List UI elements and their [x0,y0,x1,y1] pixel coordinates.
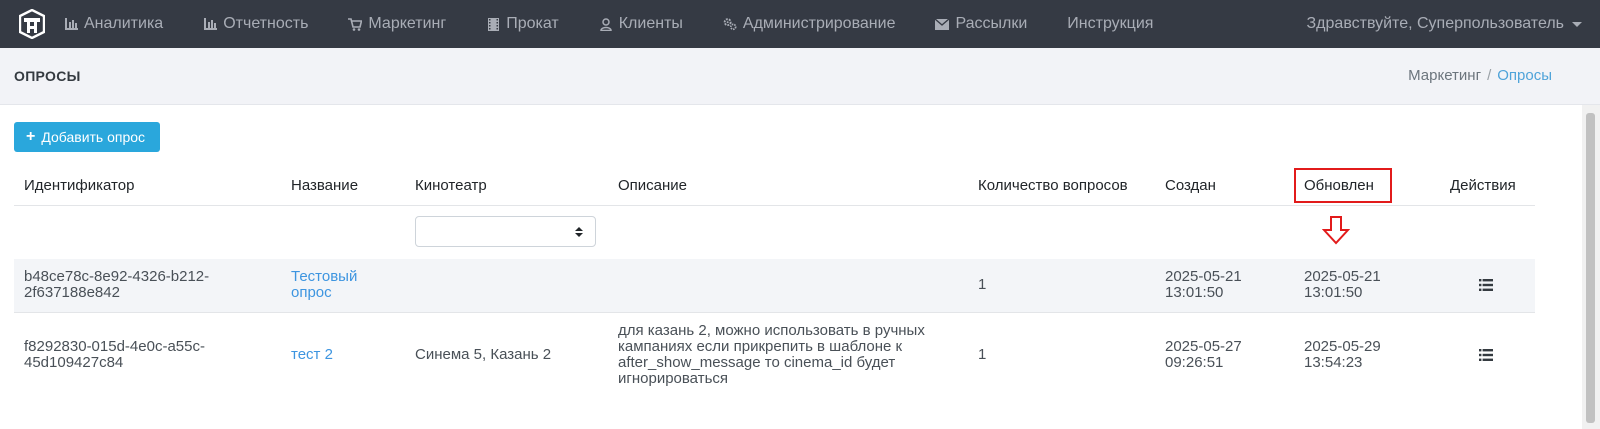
breadcrumb: Маркетинг / Опросы [1408,67,1552,84]
annotation-highlight-box [1294,168,1392,203]
app-logo[interactable] [8,0,56,48]
page-header: ОПРОСЫ Маркетинг / Опросы [0,48,1600,105]
cell-description: для казань 2, можно использовать в ручны… [618,322,925,387]
bar-chart-icon [64,17,78,31]
cell-updated: 2025-05-21 13:01:50 [1304,268,1381,301]
cell-cinema: Синема 5, Казань 2 [415,346,552,363]
survey-name-link[interactable]: тест 2 [291,347,333,363]
nav-label: Рассылки [955,15,1028,32]
nav-item-clients[interactable]: Клиенты [579,0,703,48]
sort-arrows-icon [575,227,583,237]
annotation-arrow-down-icon [1322,216,1350,245]
nav-label: Администрирование [742,15,896,32]
cell-created: 2025-05-21 13:01:50 [1165,268,1242,301]
column-header-id[interactable]: Идентификатор [24,163,134,207]
add-survey-label: Добавить опрос [41,129,146,145]
nav-item-rental[interactable]: Прокат [466,0,579,48]
cell-questions: 1 [978,276,987,293]
nav-label: Аналитика [84,15,164,32]
vertical-scrollbar[interactable] [1582,105,1600,429]
nav-label: Инструкция [1067,15,1154,32]
breadcrumb-item-surveys: Опросы [1497,67,1552,84]
nav-label: Клиенты [618,15,683,32]
list-actions-icon[interactable] [1479,279,1493,291]
cell-updated: 2025-05-29 13:54:23 [1304,338,1381,371]
cart-icon [348,17,363,31]
page-title: ОПРОСЫ [14,68,81,84]
breadcrumb-separator: / [1487,67,1492,84]
column-header-description[interactable]: Описание [618,163,687,207]
nav-item-marketing[interactable]: Маркетинг [328,0,466,48]
film-icon [486,17,500,31]
greeting-text: Здравствуйте, Суперпользователь [1306,15,1564,32]
cell-id: b48ce78c-8e92-4326-b212- 2f637188e842 [24,268,210,301]
add-survey-button[interactable]: + Добавить опрос [14,122,160,152]
cell-id: f8292830-015d-4e0c-a55c- 45d109427c84 [24,338,205,371]
top-navbar: Аналитика Отчетность Маркетинг Прокат Кл… [0,0,1600,48]
user-menu[interactable]: Здравствуйте, Суперпользователь [1307,0,1582,48]
nav-item-mailings[interactable]: Рассылки [915,0,1047,48]
survey-name-link[interactable]: Тестовый опрос [291,269,357,301]
breadcrumb-item-marketing[interactable]: Маркетинг [1408,67,1481,84]
list-actions-icon[interactable] [1479,349,1493,361]
nav-label: Прокат [506,15,559,32]
caret-down-icon [1572,21,1582,27]
cogs-icon [723,17,737,31]
nav-item-reports[interactable]: Отчетность [183,0,328,48]
column-header-created[interactable]: Создан [1165,163,1216,207]
nav-label: Маркетинг [368,15,447,32]
table-row: f8292830-015d-4e0c-a55c- 45d109427c84 те… [14,313,1535,393]
cell-questions: 1 [978,346,987,363]
column-header-cinema[interactable]: Кинотеатр [415,163,487,207]
cell-created: 2025-05-27 09:26:51 [1165,338,1242,371]
table-row: b48ce78c-8e92-4326-b212- 2f637188e842 Те… [14,259,1535,312]
main-nav: Аналитика Отчетность Маркетинг Прокат Кл… [56,0,1173,48]
header-divider [14,205,1535,206]
logo-icon [19,9,45,39]
bar-chart-icon [203,17,217,31]
column-header-questions[interactable]: Количество вопросов [978,163,1128,207]
user-icon [599,17,613,31]
scrollbar-thumb[interactable] [1586,113,1595,423]
column-header-name[interactable]: Название [291,163,358,207]
nav-label: Отчетность [223,15,309,32]
nav-item-admin[interactable]: Администрирование [703,0,916,48]
envelope-icon [935,17,950,31]
nav-item-analytics[interactable]: Аналитика [56,0,183,48]
column-header-actions: Действия [1450,176,1516,194]
plus-icon: + [26,128,36,145]
nav-item-instructions[interactable]: Инструкция [1047,0,1173,48]
cinema-filter-select[interactable] [415,216,596,247]
